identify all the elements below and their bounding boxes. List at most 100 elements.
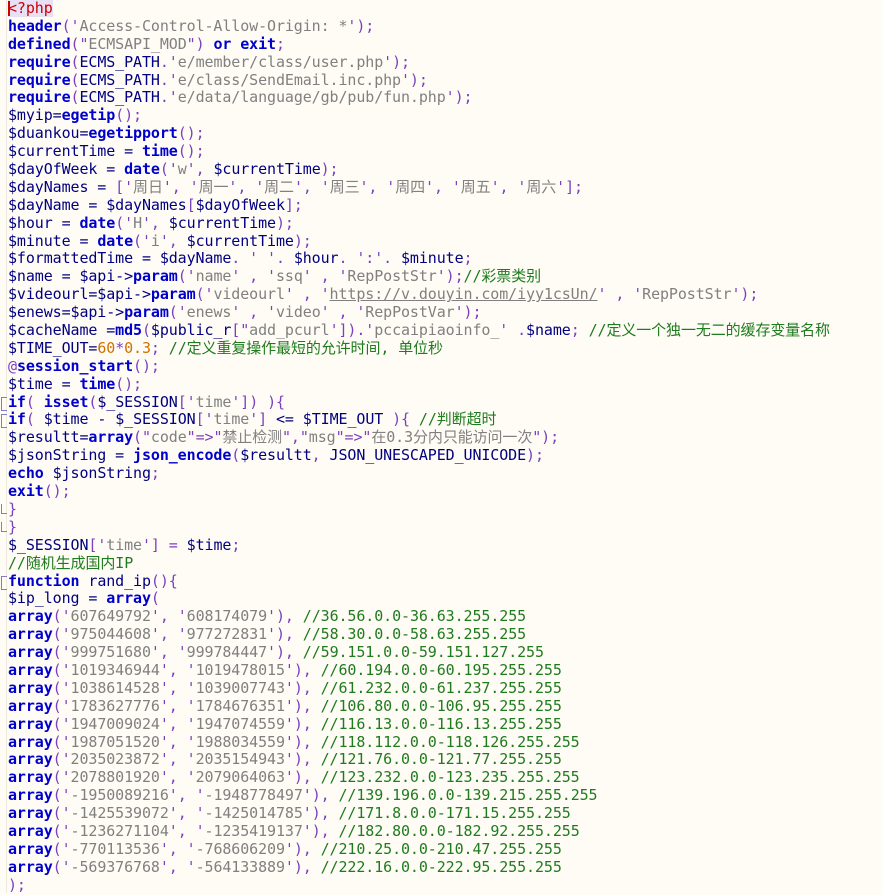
code-line-21[interactable]: @session_start(); [8, 357, 882, 376]
code-line-33[interactable]: function rand_ip(){ [1, 571, 882, 591]
code-fold-marker-end[interactable] [1, 503, 7, 514]
code-line-1[interactable]: <?php [8, 0, 882, 18]
code-line-20[interactable]: $TIME_OUT=60*0.3; //定义重复操作最短的允许时间, 单位秒 [8, 339, 882, 358]
ip-range-row[interactable]: array('1038614528', '1039007743'), //61.… [8, 678, 882, 698]
token-brace-close: } [8, 499, 17, 518]
token-format-H: H [133, 213, 142, 232]
token-punct: ); [526, 446, 544, 465]
code-line-2[interactable]: header('Access-Control-Allow-Origin: *')… [8, 17, 882, 36]
ip-range-row[interactable]: array('1947009024', '1947074559'), //116… [8, 715, 882, 734]
code-line-16[interactable]: $name = $api->param('name' , 'ssq' , 'Re… [8, 267, 882, 286]
token-punct: ', ' [150, 607, 187, 626]
code-line-25[interactable]: $resultt=array("code"=>"禁止检测","msg"=>"在0… [8, 428, 882, 447]
code-line-30[interactable]: } [1, 518, 882, 537]
token-function-array: array [106, 589, 151, 608]
token-var-time: $time [43, 410, 89, 429]
token-var-name: $name = $api [8, 267, 116, 286]
token-function-name-rand-ip: rand_ip [79, 571, 151, 590]
code-fold-marker[interactable] [1, 414, 7, 429]
code-line-34[interactable]: $ip_long = array( [8, 589, 882, 608]
code-line-26[interactable]: $jsonString = json_encode($resultt, JSON… [8, 446, 882, 465]
token-keyword-echo: echo [8, 464, 44, 483]
code-line-13[interactable]: $hour = date('H', $currentTime); [8, 213, 882, 233]
token-punct: ); [293, 231, 312, 250]
ip-range-row[interactable]: array('-1425539072', '-1425014785'), //1… [8, 804, 882, 823]
code-line-15[interactable]: $formattedTime = $dayName. ' '. $hour. '… [8, 250, 882, 268]
token-function-array: array [8, 643, 53, 662]
token-punct: ', ' [159, 750, 196, 769]
code-line-8[interactable]: $duankou=egetipport(); [8, 124, 882, 143]
ip-range-row[interactable]: array('-770113536', '-768606209'), //210… [8, 840, 882, 859]
token-const-ecms-path: ECMS_PATH [79, 88, 160, 107]
ip-range-row[interactable]: array('-1236271104', '-1235419137'), //1… [8, 821, 882, 841]
ip-range-row[interactable]: array('1987051520', '1988034559'), //118… [8, 732, 882, 752]
token-arg-reppoststr: RepPostStr [347, 267, 437, 286]
code-fold-marker[interactable] [1, 575, 7, 590]
code-line-6[interactable]: require(ECMS_PATH.'e/data/language/gb/pu… [8, 89, 882, 107]
code-line-5[interactable]: require(ECMS_PATH.'e/class/SendEmail.inc… [8, 70, 882, 90]
ip-range-row[interactable]: array('2078801920', '2079064063'), //123… [8, 768, 882, 787]
token-arg-name: name [195, 267, 232, 286]
code-line-7[interactable]: $myip=egetip(); [8, 106, 882, 125]
code-line-23[interactable]: if( isset($_SESSION['time']) ){ [1, 393, 882, 412]
token-arrow: -> [133, 285, 151, 304]
code-line-12[interactable]: $dayName = $dayNames[$dayOfWeek]; [8, 196, 882, 215]
code-line-3[interactable]: defined("ECMSAPI_MOD") or exit; [8, 34, 882, 54]
code-fold-marker-end[interactable] [1, 521, 7, 532]
ip-range-row[interactable]: array('1783627776', '1784676351'), //106… [8, 697, 882, 716]
code-line-22[interactable]: $time = time(); [8, 375, 882, 394]
code-editor-view[interactable]: <?php header('Access-Control-Allow-Origi… [0, 0, 882, 895]
ip-range-row[interactable]: array('607649792', '608174079'), //36.56… [8, 607, 882, 626]
ip-range-row[interactable]: array('999751680', '999784447'), //59.15… [8, 643, 882, 662]
token-const-json-unescaped-unicode: JSON_UNESCAPED_UNICODE [329, 446, 527, 465]
token-punct: "=>" [335, 428, 372, 447]
token-var-hour: $hour [293, 249, 339, 268]
token-keyword-require: require [8, 52, 71, 71]
token-var-minute: $minute = [8, 231, 98, 250]
token-day-tuesday: 周二 [264, 177, 294, 196]
code-line-11[interactable]: $dayNames = ['周日', '周一', '周二', '周三', '周四… [8, 177, 882, 197]
token-punct: ', ' [359, 177, 396, 196]
code-line-18[interactable]: $enews=$api->param('enews' , 'video' , '… [8, 303, 882, 322]
token-punct: ', ' [168, 821, 205, 840]
token-punct: (' [52, 607, 71, 626]
token-punct: ; [275, 34, 285, 53]
token-punct: '), [284, 678, 321, 697]
code-line-14[interactable]: $minute = date('i', $currentTime); [8, 231, 882, 251]
token-function-array: array [8, 607, 53, 626]
token-douyin-url[interactable]: https://v.douyin.com/iyy1csUn/ [330, 285, 598, 303]
ip-range-row[interactable]: array('2035023872', '2035154943'), //121… [8, 750, 882, 769]
token-function-egetipport: egetipport [88, 124, 178, 143]
code-line-last[interactable]: ); [8, 876, 882, 895]
token-punct: (); [177, 124, 205, 143]
ip-range-row[interactable]: array('975044608', '977272831'), //58.30… [8, 625, 882, 644]
token-var-resultt: $resultt= [8, 428, 89, 447]
token-var-minute: $minute [400, 249, 464, 268]
token-punct: .' [159, 88, 178, 107]
code-line-10[interactable]: $dayOfWeek = date('w', $currentTime); [8, 160, 882, 179]
token-punct: '), [284, 732, 321, 751]
token-var-duankou: $duankou [8, 124, 80, 143]
code-line-4[interactable]: require(ECMS_PATH.'e/member/class/user.p… [8, 52, 882, 72]
code-line-19[interactable]: $cacheName =md5($public_r["add_pcurl']).… [8, 321, 882, 340]
token-var-currenttime: $currentTime [186, 231, 294, 250]
code-line-32[interactable]: //随机生成国内IP [8, 554, 882, 573]
code-line-31[interactable]: $_SESSION['time'] = $time; [8, 536, 882, 555]
code-fold-marker[interactable] [1, 396, 7, 411]
token-punct: '), [284, 660, 321, 679]
code-lines-container[interactable]: <?php header('Access-Control-Allow-Origi… [0, 0, 882, 895]
code-line-28[interactable]: exit(); [8, 482, 882, 501]
token-format-i: i [150, 231, 160, 250]
code-line-9[interactable]: $currentTime = time(); [8, 142, 882, 161]
code-line-17[interactable]: $videourl=$api->param('videourl' , 'http… [8, 285, 882, 304]
code-line-29[interactable]: } [1, 499, 882, 519]
token-key-add-pcurl: add_pcurl [249, 321, 330, 340]
ip-range-row[interactable]: array('-1950089216', '-1948778497'), //1… [8, 786, 882, 805]
code-line-27[interactable]: echo $jsonString; [8, 464, 882, 483]
ip-range-row[interactable]: array('-569376768', '-564133889'), //222… [8, 858, 882, 877]
token-method-param: param [133, 267, 178, 286]
token-punct: [' [115, 177, 134, 196]
token-const-ecms-path: ECMS_PATH [79, 70, 160, 89]
code-line-24[interactable]: if( $time - $_SESSION['time'] <= $TIME_O… [1, 410, 882, 429]
ip-range-row[interactable]: array('1019346944', '1019478015'), //60.… [8, 660, 882, 680]
